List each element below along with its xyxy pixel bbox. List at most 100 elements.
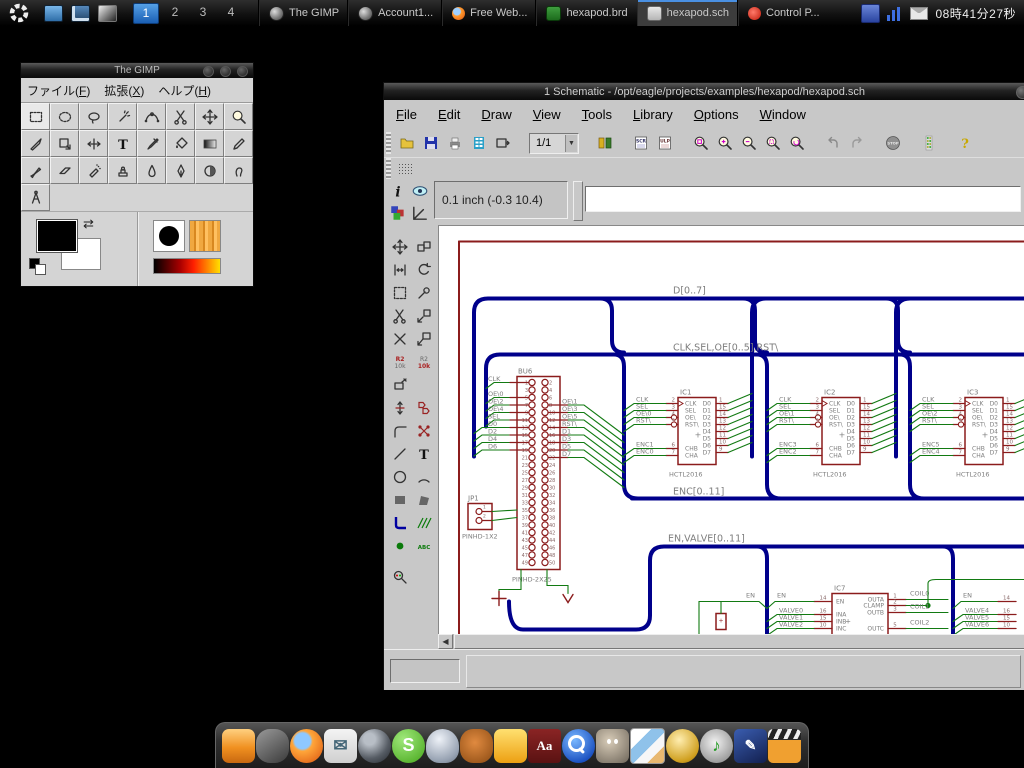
move-tool-button[interactable] [195, 103, 224, 130]
dock-icon-external-drive[interactable] [222, 729, 255, 763]
polygon-command-button[interactable] [412, 489, 435, 510]
crop-tool-button[interactable] [21, 130, 50, 157]
smudge-tool-button[interactable] [224, 157, 253, 184]
dock-icon-ox[interactable] [460, 729, 493, 763]
foreground-color-swatch[interactable] [37, 220, 77, 252]
smash-command-button[interactable] [388, 374, 411, 395]
fuzzy-select-tool-button[interactable] [108, 103, 137, 130]
tray-panel-icon[interactable] [861, 4, 880, 23]
dock-icon-music[interactable]: ♪ [700, 729, 733, 763]
print-button[interactable] [443, 131, 467, 155]
junction-command-button[interactable] [388, 535, 411, 556]
ulp-button[interactable]: ULP [653, 131, 677, 155]
gimp-menu-ヘルプ(H)[interactable]: ヘルプ(H) [158, 82, 211, 99]
taskbar-window-hexapod-brd[interactable]: hexapod.brd [536, 0, 636, 26]
gimp-window-buttons[interactable] [203, 66, 248, 77]
scr-button[interactable]: SCR [629, 131, 653, 155]
library-button[interactable] [593, 131, 617, 155]
scissors-tool-button[interactable] [166, 103, 195, 130]
display-tool-button[interactable] [388, 203, 408, 223]
gimp-titlebar[interactable]: The GIMP [21, 63, 253, 78]
dock-icon-web-browser[interactable] [358, 729, 391, 763]
mirror-command-button[interactable] [388, 259, 411, 280]
rect-command-button[interactable] [388, 489, 411, 510]
eraser-tool-button[interactable] [50, 157, 79, 184]
gradient-tool-button[interactable] [195, 130, 224, 157]
screenshot-icon[interactable] [98, 5, 117, 22]
eagle-window-button[interactable] [1016, 86, 1024, 99]
rect-select-tool-button[interactable] [21, 103, 50, 130]
eagle-menu-library[interactable]: Library [633, 107, 673, 122]
grid-button[interactable] [395, 160, 415, 178]
name-command-button[interactable]: R210k [388, 351, 411, 372]
ellipse-select-tool-button[interactable] [50, 103, 79, 130]
add-command-button[interactable] [412, 328, 435, 349]
swap-colors-icon[interactable]: ⇄ [83, 216, 94, 232]
dock-icon-movies[interactable] [768, 729, 801, 763]
brush-preview[interactable] [153, 220, 185, 252]
scroll-left-arrow-icon[interactable]: ◀ [438, 634, 453, 649]
workspace-button-4[interactable]: 4 [219, 3, 243, 22]
taskbar-window-hexapod-sch[interactable]: hexapod.sch [637, 0, 738, 26]
net-command-button[interactable] [412, 512, 435, 533]
ink-tool-button[interactable] [166, 157, 195, 184]
horizontal-scrollbar[interactable]: ◀ [438, 634, 1024, 649]
eagle-menu-draw[interactable]: Draw [481, 107, 511, 122]
pinswap-command-button[interactable] [412, 420, 435, 441]
schematic-canvas[interactable]: D[0..7]CLK,SEL,OE[0..5],RST\ENC[0..11]EN… [438, 225, 1024, 635]
mark-tool-button[interactable] [410, 203, 430, 223]
system-monitor-icon[interactable] [887, 5, 903, 21]
paintbrush-tool-button[interactable] [21, 157, 50, 184]
copy-command-button[interactable] [412, 236, 435, 257]
workspace-button-2[interactable]: 2 [163, 3, 187, 22]
taskbar-window-control-p-[interactable]: Control P... [738, 0, 829, 26]
dock-icon-mail[interactable]: ✉ [324, 729, 357, 763]
scrollbar-thumb[interactable] [454, 634, 1024, 649]
undo-button[interactable] [821, 131, 845, 155]
arc-command-button[interactable] [412, 466, 435, 487]
dodge-burn-tool-button[interactable] [195, 157, 224, 184]
magnify-tool-button[interactable] [224, 103, 253, 130]
dock-icon-search[interactable] [562, 729, 595, 763]
taskbar-window-free-web-[interactable]: Free Web... [442, 0, 536, 26]
show-tool-button[interactable] [410, 181, 430, 201]
measure-tool-button[interactable] [21, 184, 50, 211]
eagle-menu-edit[interactable]: Edit [438, 107, 460, 122]
redo-button[interactable] [845, 131, 869, 155]
info-tool-button[interactable]: i [388, 181, 408, 201]
pattern-preview[interactable] [189, 220, 221, 252]
dock-icon-notes[interactable]: ✎ [734, 729, 767, 763]
eagle-menu-file[interactable]: File [396, 107, 417, 122]
group-command-button[interactable] [388, 282, 411, 303]
zoom-out-button[interactable] [737, 131, 761, 155]
airbrush-tool-button[interactable] [79, 157, 108, 184]
workspace-button-1[interactable]: 1 [133, 3, 159, 24]
transform-tool-button[interactable] [50, 130, 79, 157]
change-command-button[interactable] [412, 282, 435, 303]
zoom-fit-button[interactable] [689, 131, 713, 155]
rotate-command-button[interactable] [412, 259, 435, 280]
value-command-button[interactable]: R210k [412, 351, 435, 372]
gimp-menu-ファイル(F)[interactable]: ファイル(F) [27, 82, 90, 99]
open-button[interactable] [395, 131, 419, 155]
bucket-fill-tool-button[interactable] [166, 130, 195, 157]
dock-icon-skype[interactable]: S [392, 729, 425, 763]
clone-tool-button[interactable] [108, 157, 137, 184]
convolve-tool-button[interactable] [137, 157, 166, 184]
pencil-tool-button[interactable] [224, 130, 253, 157]
dock-icon-burn[interactable] [666, 729, 699, 763]
taskbar-window-account1-[interactable]: Account1... [348, 0, 442, 26]
erc-command-button[interactable] [388, 566, 411, 587]
delete-command-button[interactable] [388, 328, 411, 349]
eagle-menu-view[interactable]: View [533, 107, 561, 122]
eagle-menu-options[interactable]: Options [694, 107, 739, 122]
toolbar-gripper[interactable] [386, 132, 391, 154]
text-tool-button[interactable]: T [108, 130, 137, 157]
dropdown-arrow-icon[interactable]: ▼ [565, 135, 577, 152]
gimp-menu-拡張(X)[interactable]: 拡張(X) [104, 82, 144, 99]
move-command-button[interactable] [388, 236, 411, 257]
paste-command-button[interactable] [412, 305, 435, 326]
distro-logo-icon[interactable] [8, 2, 30, 24]
traffic-button[interactable] [917, 131, 941, 155]
dock-icon-office[interactable] [494, 729, 527, 763]
